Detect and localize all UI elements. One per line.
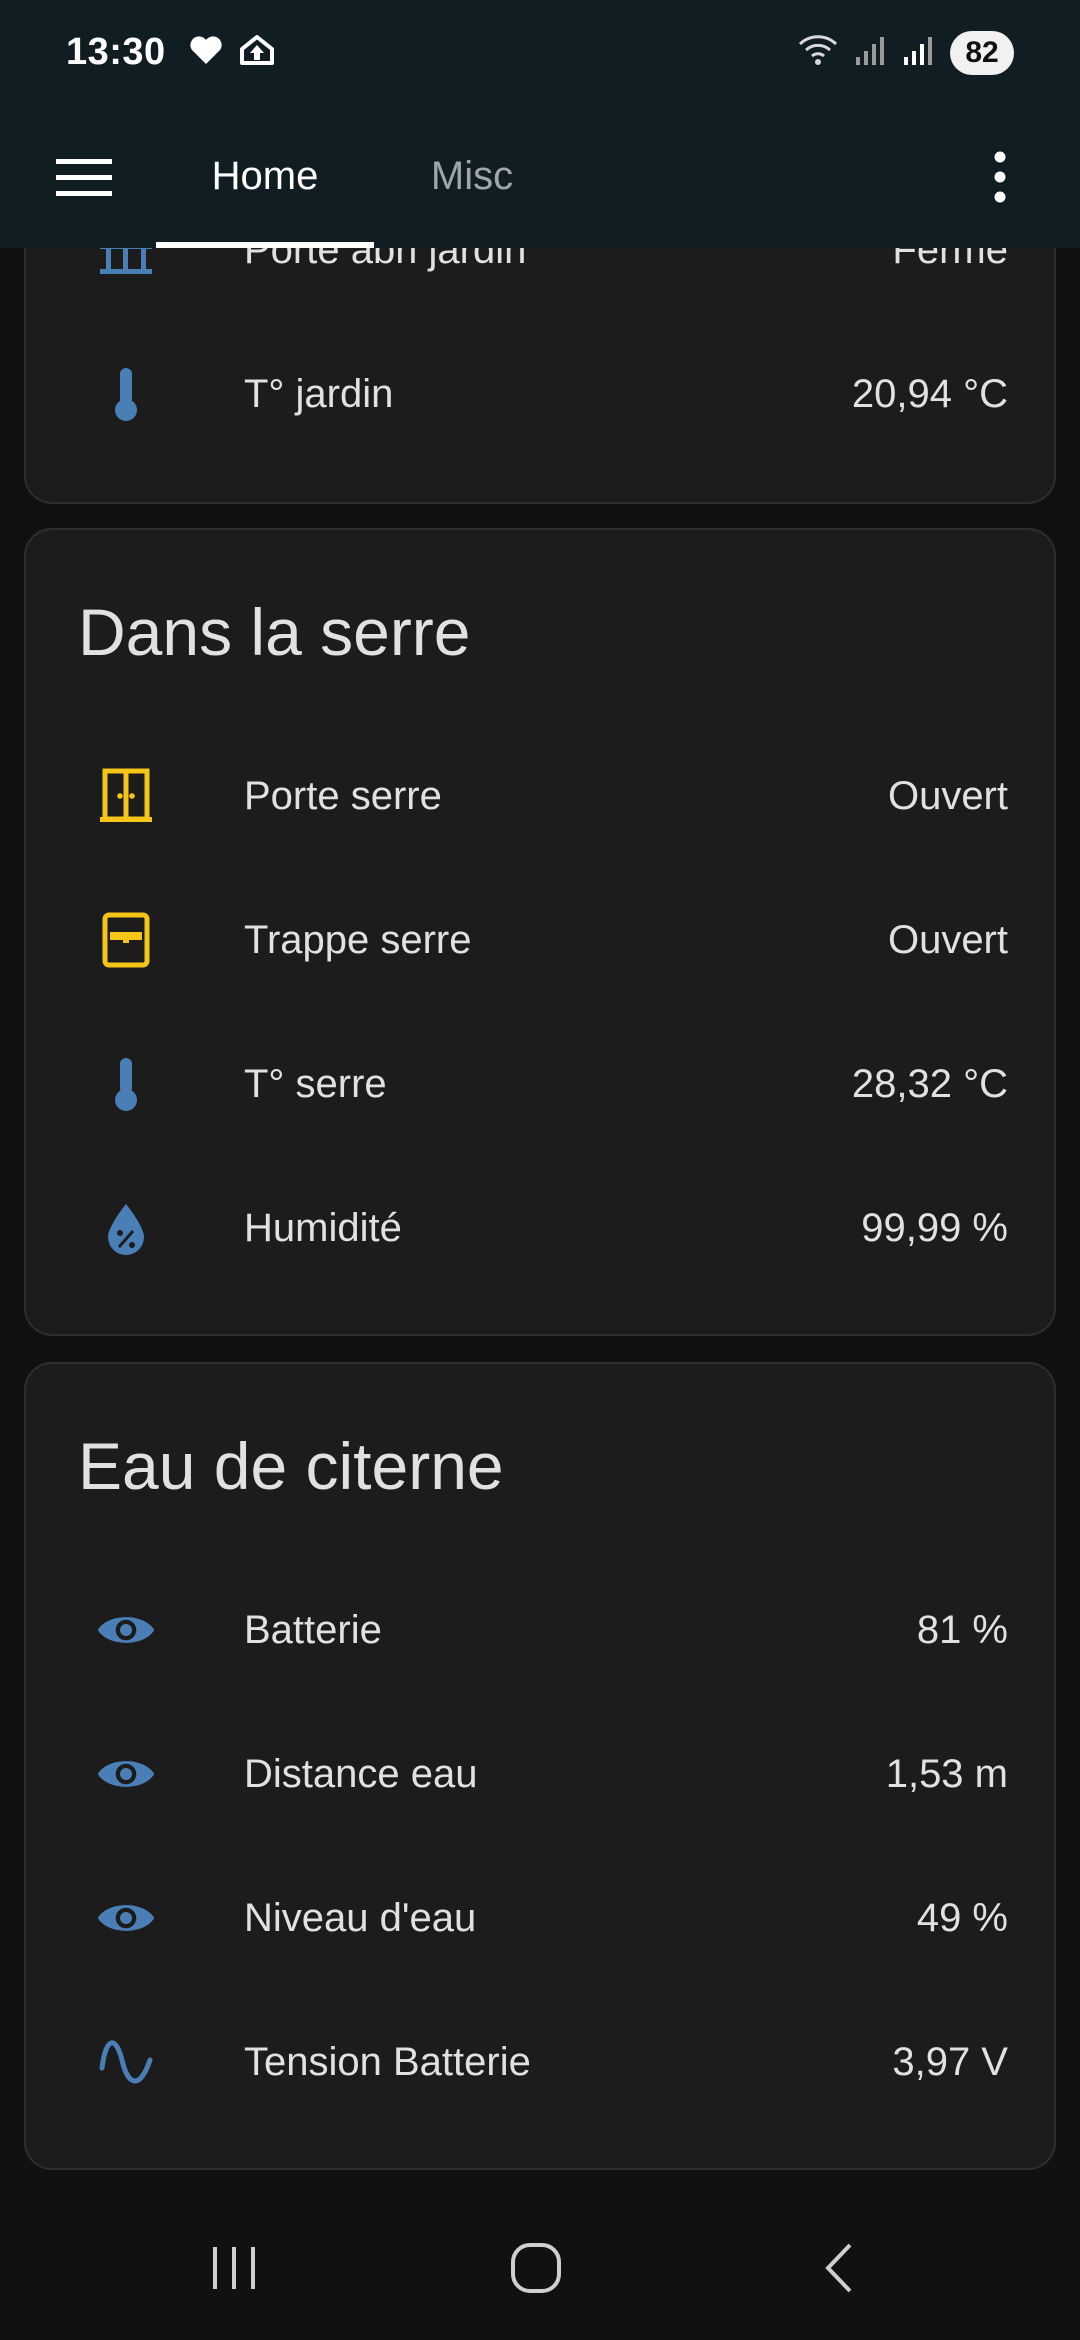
- entity-label: Humidité: [244, 1205, 402, 1250]
- entity-label: T° jardin: [244, 371, 394, 416]
- entity-state: 3,97 V: [892, 2039, 1008, 2084]
- entity-state: 81 %: [916, 1607, 1008, 1652]
- entity-label: Porte serre: [244, 773, 442, 818]
- entity-row[interactable]: Tension Batterie 3,97 V: [26, 1990, 1054, 2134]
- thermometer-icon: [96, 1054, 156, 1114]
- signal-icon: [902, 33, 936, 72]
- wifi-icon: [796, 32, 840, 73]
- entity-row[interactable]: Humidité 99,99 %: [26, 1156, 1054, 1300]
- status-clock: 13:30: [66, 31, 166, 73]
- system-nav-bar: [0, 2196, 1080, 2340]
- entity-state: 49 %: [916, 1895, 1008, 1940]
- tab-misc[interactable]: Misc: [400, 105, 544, 248]
- eye-icon: [96, 1744, 156, 1804]
- entity-label: Trappe serre: [244, 917, 472, 962]
- toolbar: Home Misc: [0, 105, 1080, 248]
- sine-wave-icon: [96, 2032, 156, 2092]
- dashboard-scroll-area[interactable]: Porte abri jardin Fermé T° jardin 20,94 …: [0, 0, 1080, 2340]
- card-tank: Eau de citerne Batterie 81 % Distance ea…: [24, 1362, 1056, 2170]
- entity-state: Ouvert: [887, 917, 1008, 962]
- entity-state: 99,99 %: [861, 1205, 1008, 1250]
- card-greenhouse: Dans la serre Porte serre Ouvert Trappe …: [24, 528, 1056, 1336]
- status-bar: 13:30 82: [0, 0, 1080, 105]
- entity-state: 28,32 °C: [851, 1061, 1008, 1106]
- entity-row[interactable]: Trappe serre Ouvert: [26, 868, 1054, 1012]
- window-open-icon: [96, 910, 156, 970]
- entity-label: Distance eau: [244, 1751, 478, 1796]
- eye-icon: [96, 1600, 156, 1660]
- water-percent-icon: [96, 1198, 156, 1258]
- active-tab-indicator: [156, 242, 374, 248]
- entity-state: 20,94 °C: [851, 371, 1008, 416]
- entity-label: Niveau d'eau: [244, 1895, 477, 1940]
- recents-icon[interactable]: [184, 2226, 284, 2310]
- card-title: Dans la serre: [78, 595, 471, 669]
- entity-row[interactable]: Niveau d'eau 49 %: [26, 1846, 1054, 1990]
- cloud-upload-icon: [238, 33, 276, 72]
- heart-icon: [188, 34, 224, 71]
- entity-label: Tension Batterie: [244, 2039, 531, 2084]
- entity-row[interactable]: T° serre 28,32 °C: [26, 1012, 1054, 1156]
- entity-row[interactable]: Batterie 81 %: [26, 1558, 1054, 1702]
- entity-label: T° serre: [244, 1061, 387, 1106]
- thermometer-icon: [96, 364, 156, 424]
- entity-row[interactable]: Distance eau 1,53 m: [26, 1702, 1054, 1846]
- door-open-icon: [96, 766, 156, 826]
- signal-icon: [854, 33, 888, 72]
- hamburger-menu-icon[interactable]: [40, 133, 128, 221]
- entity-row[interactable]: Porte serre Ouvert: [26, 724, 1054, 868]
- app-header: 13:30 82 Home Misc: [0, 0, 1080, 248]
- entity-row[interactable]: T° jardin 20,94 °C: [26, 322, 1054, 466]
- card-title: Eau de citerne: [78, 1429, 504, 1503]
- back-chevron-icon[interactable]: [788, 2226, 888, 2310]
- eye-icon: [96, 1888, 156, 1948]
- entity-state: 1,53 m: [885, 1751, 1008, 1796]
- tab-home[interactable]: Home: [156, 105, 374, 248]
- home-circle-icon[interactable]: [486, 2226, 586, 2310]
- more-vert-icon[interactable]: [956, 133, 1044, 221]
- entity-label: Batterie: [244, 1607, 382, 1652]
- battery-indicator: 82: [950, 30, 1014, 75]
- entity-state: Ouvert: [887, 773, 1008, 818]
